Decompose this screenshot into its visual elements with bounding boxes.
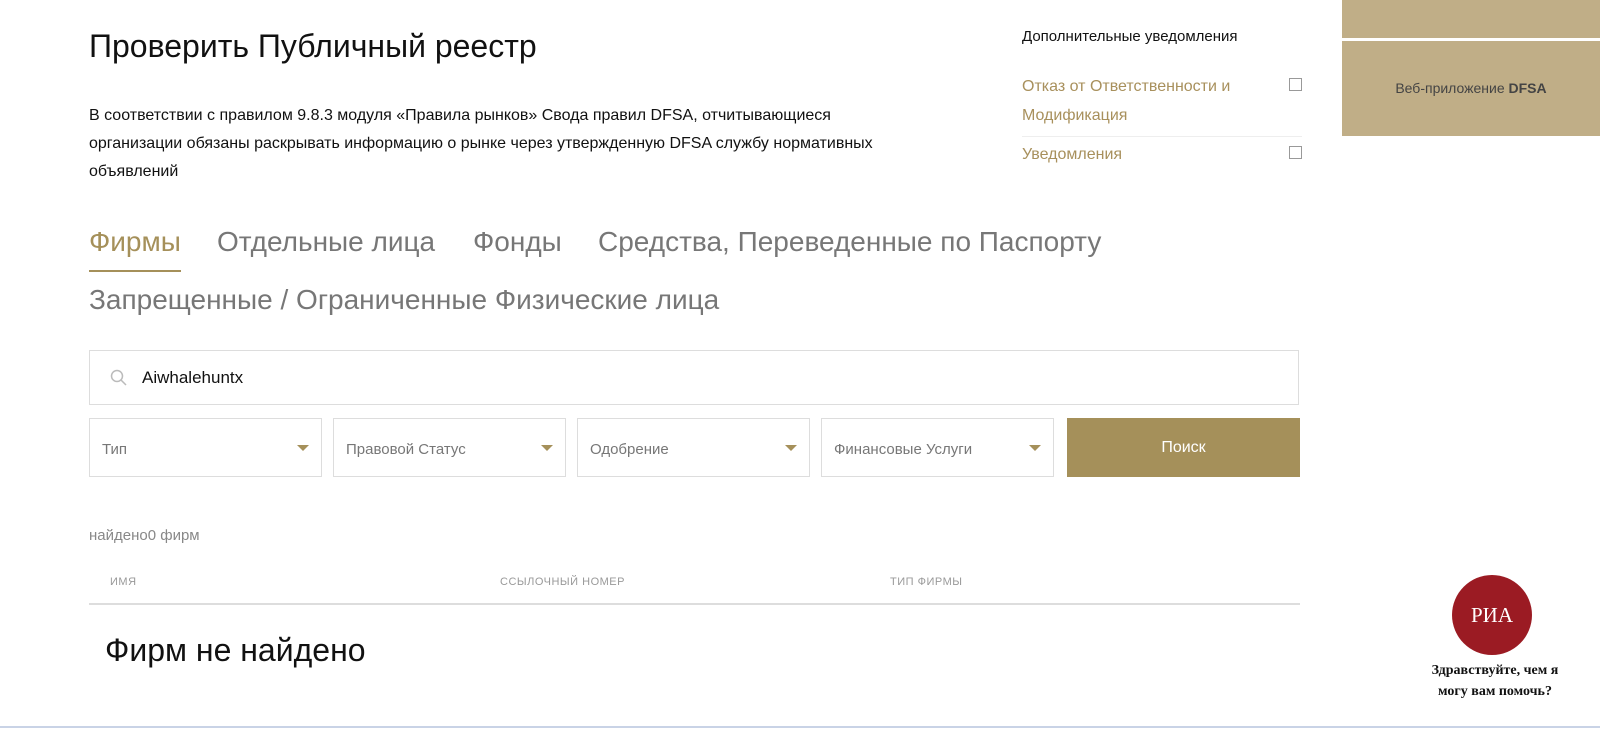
chevron-down-icon [1029, 445, 1041, 451]
type-select[interactable]: Тип [89, 418, 322, 477]
table-divider [89, 603, 1300, 605]
financial-services-select[interactable]: Финансовые Услуги [821, 418, 1054, 477]
search-icon [110, 369, 127, 386]
notices-link[interactable]: Уведомления [1022, 140, 1302, 169]
tab-passported-funds[interactable]: Средства, Переведенные по Паспорту [598, 226, 1101, 258]
chevron-down-icon [785, 445, 797, 451]
intro-text: В соответствии с правилом 9.8.3 модуля «… [89, 107, 873, 180]
approval-select[interactable]: Одобрение [577, 418, 810, 477]
chevron-down-icon [541, 445, 553, 451]
column-reference: ССЫЛОЧНЫЙ НОМЕР [500, 576, 625, 588]
disclaimer-link[interactable]: Отказ от Ответственности и Модификация [1022, 72, 1302, 137]
notices-title: Дополнительные уведомления [1022, 28, 1238, 45]
result-count: найдено0 фирм [89, 527, 200, 544]
panel-top[interactable] [1342, 0, 1600, 38]
chat-greeting[interactable]: Здравствуйте, чем я могу вам помочь? [1425, 660, 1565, 702]
tab-restricted-individuals[interactable]: Запрещенные / Ограниченные Физические ли… [89, 284, 719, 316]
column-name: ИМЯ [110, 576, 137, 588]
page-title: Проверить Публичный реестр [89, 28, 537, 64]
bottom-border [0, 726, 1600, 728]
search-button[interactable]: Поиск [1067, 418, 1300, 477]
external-link-icon [1289, 146, 1302, 159]
tab-firms[interactable]: Фирмы [89, 226, 181, 272]
chevron-down-icon [297, 445, 309, 451]
tab-individuals[interactable]: Отдельные лица [217, 226, 435, 258]
legal-status-select[interactable]: Правовой Статус [333, 418, 566, 477]
empty-message: Фирм не найдено [105, 632, 366, 668]
chat-logo-button[interactable]: РИА [1452, 575, 1532, 655]
dfsa-web-app-button[interactable]: Веб-приложение DFSA [1342, 41, 1600, 136]
tab-funds[interactable]: Фонды [473, 226, 562, 258]
search-input[interactable]: Aiwhalehuntx [89, 350, 1299, 405]
column-firm-type: ТИП ФИРМЫ [890, 576, 963, 588]
external-link-icon [1289, 78, 1302, 91]
